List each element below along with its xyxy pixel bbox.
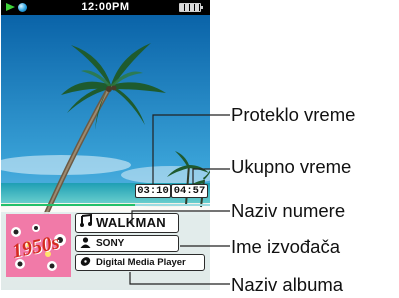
callout-track-title: Naziv numere	[231, 200, 346, 221]
callout-album: Naziv albuma	[231, 274, 344, 295]
callout-total-time: Ukupno vreme	[231, 156, 352, 177]
callout-artist: Ime izvođača	[231, 236, 340, 257]
callout-elapsed-time: Proteklo vreme	[231, 104, 356, 125]
